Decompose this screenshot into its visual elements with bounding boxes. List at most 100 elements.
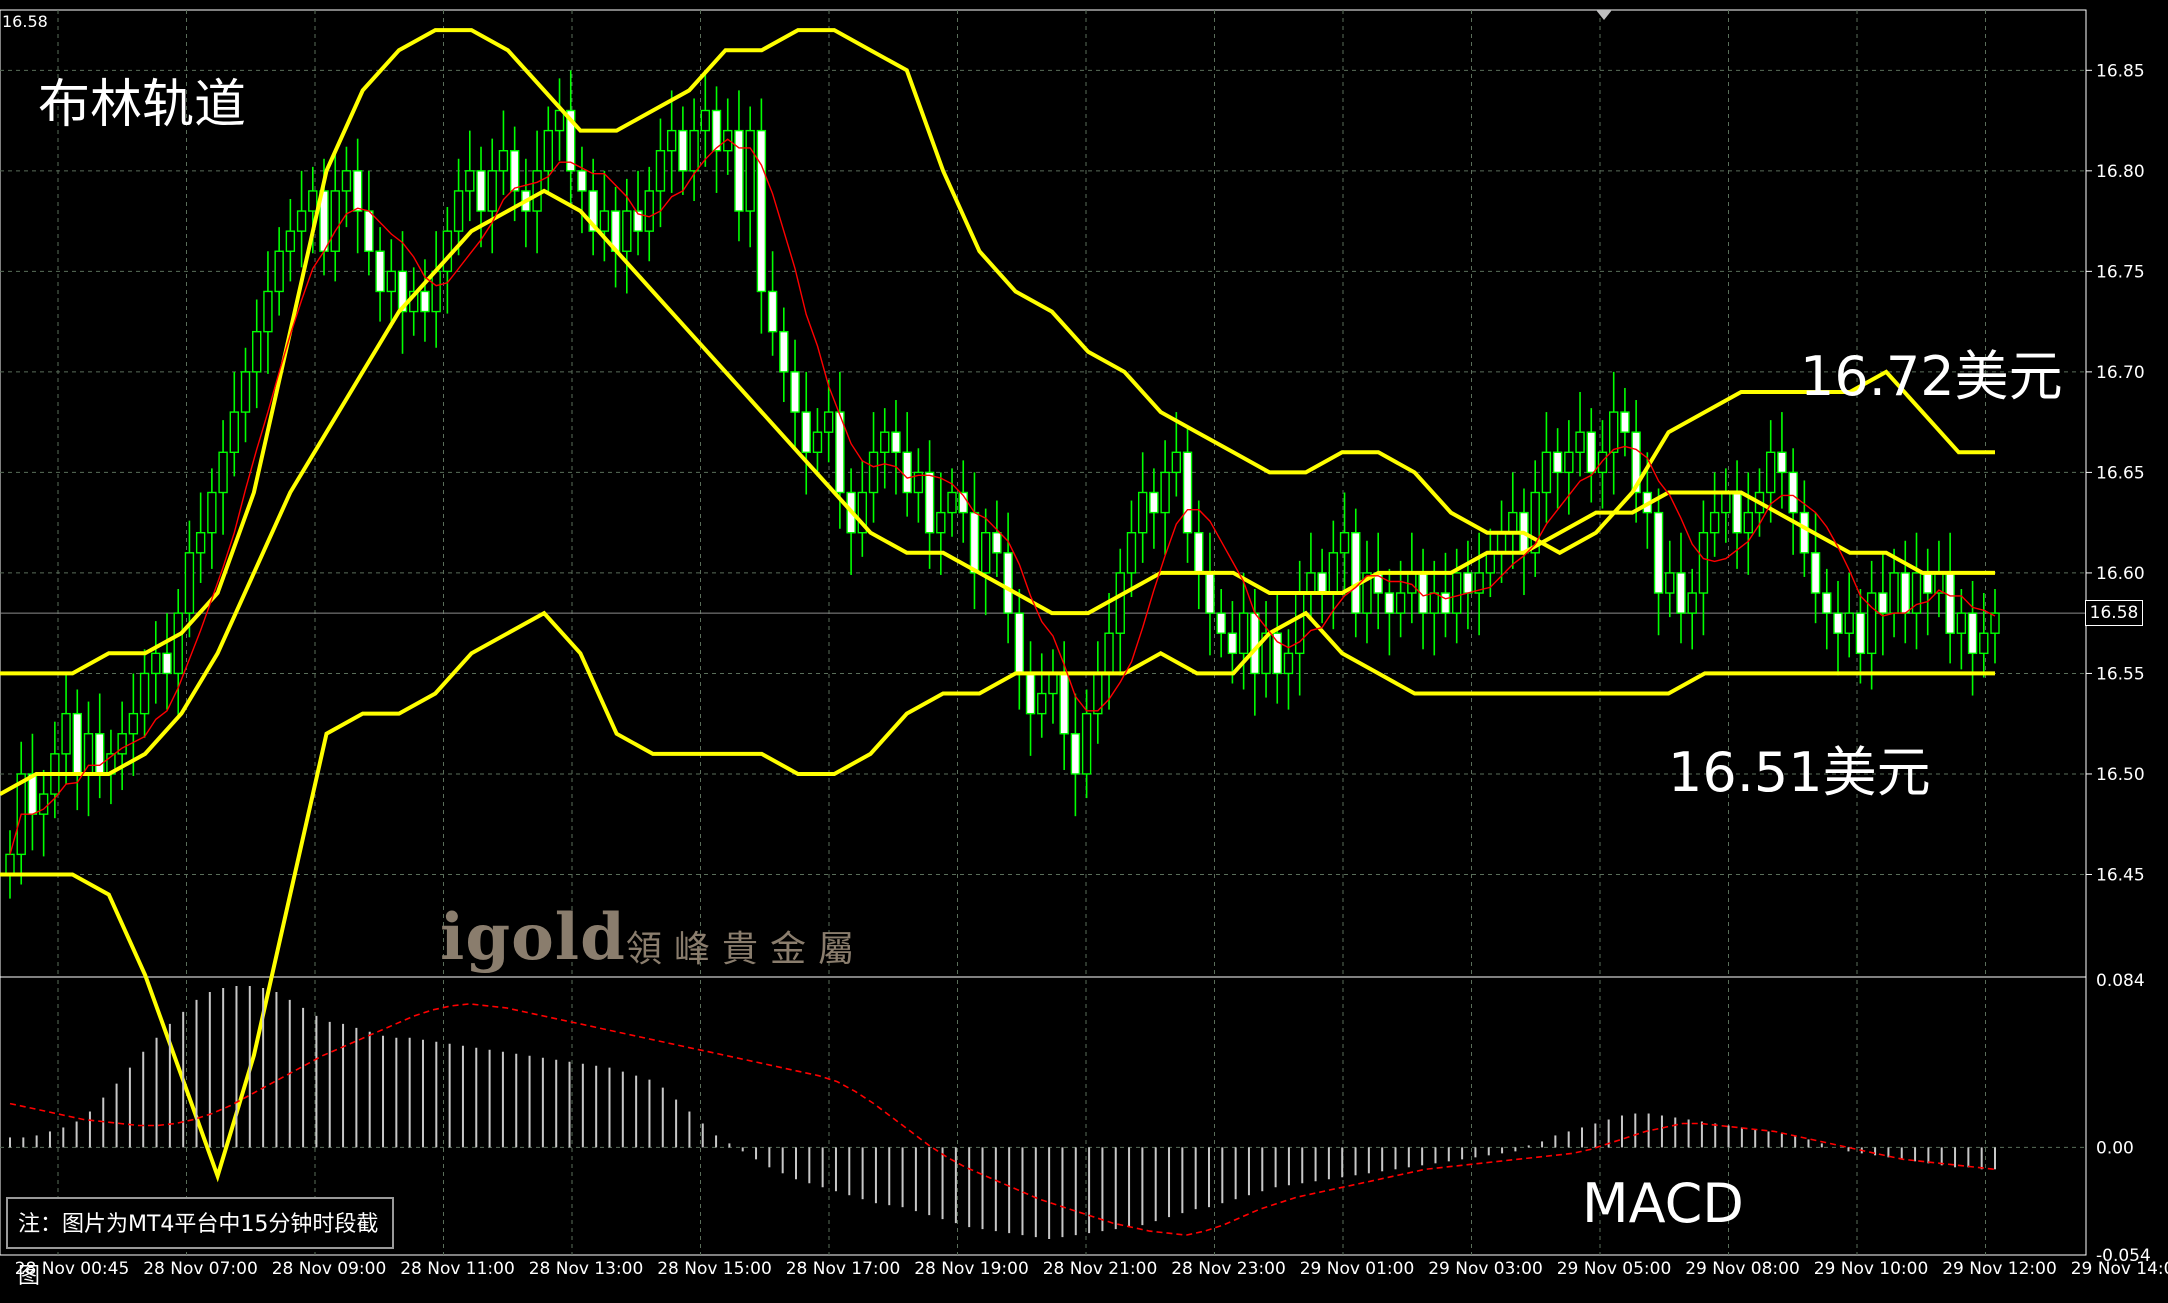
- x-tick-label: 28 Nov 15:00: [657, 1259, 772, 1279]
- candle-body: [83, 733, 94, 775]
- candle-body: [1126, 532, 1137, 574]
- candle-body: [1956, 612, 1967, 634]
- candle-body: [375, 250, 385, 293]
- candle-body: [1328, 552, 1339, 594]
- y-tick-label: 16.70: [2096, 363, 2145, 383]
- candle-body: [1788, 471, 1798, 514]
- candle-body: [38, 793, 49, 815]
- candle-body: [700, 109, 711, 132]
- candle-body: [95, 733, 105, 775]
- candle-body: [1575, 431, 1585, 453]
- x-tick-label: 28 Nov 13:00: [529, 1259, 644, 1279]
- candle-body: [599, 210, 610, 232]
- candle-body: [1732, 491, 1742, 534]
- candle-body: [1609, 411, 1619, 453]
- candle-body: [1059, 672, 1069, 735]
- candle-body: [1597, 451, 1608, 474]
- candle-body: [341, 170, 352, 192]
- x-tick-label: 29 Nov 12:00: [1942, 1259, 2057, 1279]
- candle-body: [162, 652, 172, 675]
- candle-body: [274, 250, 284, 293]
- candle-body: [1037, 692, 1047, 715]
- candle-body: [678, 129, 688, 172]
- candle-body: [1822, 592, 1832, 614]
- candle-body: [1552, 451, 1563, 474]
- candle-body: [902, 451, 912, 494]
- candle-body: [5, 853, 15, 876]
- candle-body: [532, 170, 542, 212]
- x-tick-label: 29 Nov 03:00: [1428, 1259, 1543, 1279]
- candle-body: [790, 371, 800, 413]
- candle-body: [969, 511, 980, 574]
- x-tick-label: 28 Nov 09:00: [272, 1259, 387, 1279]
- x-tick-label: 29 Nov 05:00: [1557, 1259, 1672, 1279]
- candle-body: [756, 129, 767, 293]
- candle-body: [1653, 511, 1664, 594]
- x-tick-label: 28 Nov 07:00: [143, 1259, 258, 1279]
- igold-watermark-logo: igold: [440, 900, 626, 975]
- candle-body: [1620, 411, 1630, 433]
- watermark-chinese-text: 領峰貴金屬: [626, 929, 867, 970]
- y-tick-label: 16.75: [2096, 262, 2145, 282]
- candle-body: [252, 330, 262, 373]
- candle-body: [1665, 572, 1675, 594]
- candle-body: [1451, 572, 1462, 614]
- candle-body: [1900, 572, 1910, 614]
- candle-body: [924, 471, 935, 534]
- x-tick-label: 29 Nov 08:00: [1685, 1259, 1800, 1279]
- candle-body: [1979, 632, 1989, 655]
- candle-body: [823, 411, 834, 433]
- candle-body: [1586, 431, 1596, 474]
- candle-body: [240, 371, 251, 413]
- candle-body: [745, 129, 755, 212]
- candle-body: [1923, 572, 1933, 594]
- candle-body: [1440, 592, 1451, 614]
- candle-body: [184, 552, 195, 614]
- candle-body: [1048, 672, 1058, 695]
- candle-body: [1508, 511, 1518, 534]
- y-tick-label: 16.45: [2096, 865, 2145, 885]
- candle-body: [666, 129, 677, 152]
- candle-body: [27, 773, 38, 815]
- candle-body: [947, 491, 957, 514]
- candle-body: [1137, 491, 1148, 534]
- candle-body: [812, 431, 823, 453]
- candle-body: [431, 270, 441, 313]
- candle-body: [1283, 652, 1294, 675]
- candle-body: [1743, 511, 1753, 534]
- candle-body: [543, 129, 554, 172]
- candle-body: [1227, 632, 1238, 655]
- candle-body: [868, 451, 879, 494]
- candle-body: [218, 451, 228, 494]
- x-tick-label: 28 Nov 23:00: [1171, 1259, 1286, 1279]
- candle-body: [476, 170, 486, 212]
- candle-body: [1564, 451, 1574, 474]
- candle-body: [1766, 451, 1776, 494]
- candle-body: [880, 431, 890, 453]
- candle-body: [1025, 672, 1036, 715]
- candle-body: [1003, 552, 1013, 614]
- candle-body: [1182, 451, 1193, 534]
- shift-marker-icon: [1596, 10, 1612, 20]
- candle-body: [442, 230, 453, 273]
- candle-body: [1855, 612, 1866, 655]
- candle-body: [1317, 572, 1327, 594]
- candle-body: [1810, 552, 1821, 594]
- candle-body: [173, 612, 183, 675]
- x-tick-label: 29 Nov 14:00: [2071, 1259, 2168, 1279]
- candle-body: [1866, 592, 1877, 655]
- candle-body: [498, 150, 509, 172]
- candle-body: [1306, 572, 1316, 594]
- candle-body: [1721, 491, 1731, 514]
- screenshot-note: 注：图片为MT4平台中15分钟时段截图: [6, 1197, 394, 1289]
- candle-body: [128, 712, 139, 735]
- candle-body: [891, 431, 901, 453]
- candle-body: [801, 411, 811, 453]
- candle-body: [1351, 532, 1361, 614]
- candle-body: [61, 712, 71, 755]
- candle-body: [622, 210, 632, 252]
- y-tick-label: 16.60: [2096, 564, 2145, 584]
- candle-body: [1878, 592, 1888, 614]
- candle-body: [195, 532, 206, 554]
- candle-body: [1463, 572, 1473, 594]
